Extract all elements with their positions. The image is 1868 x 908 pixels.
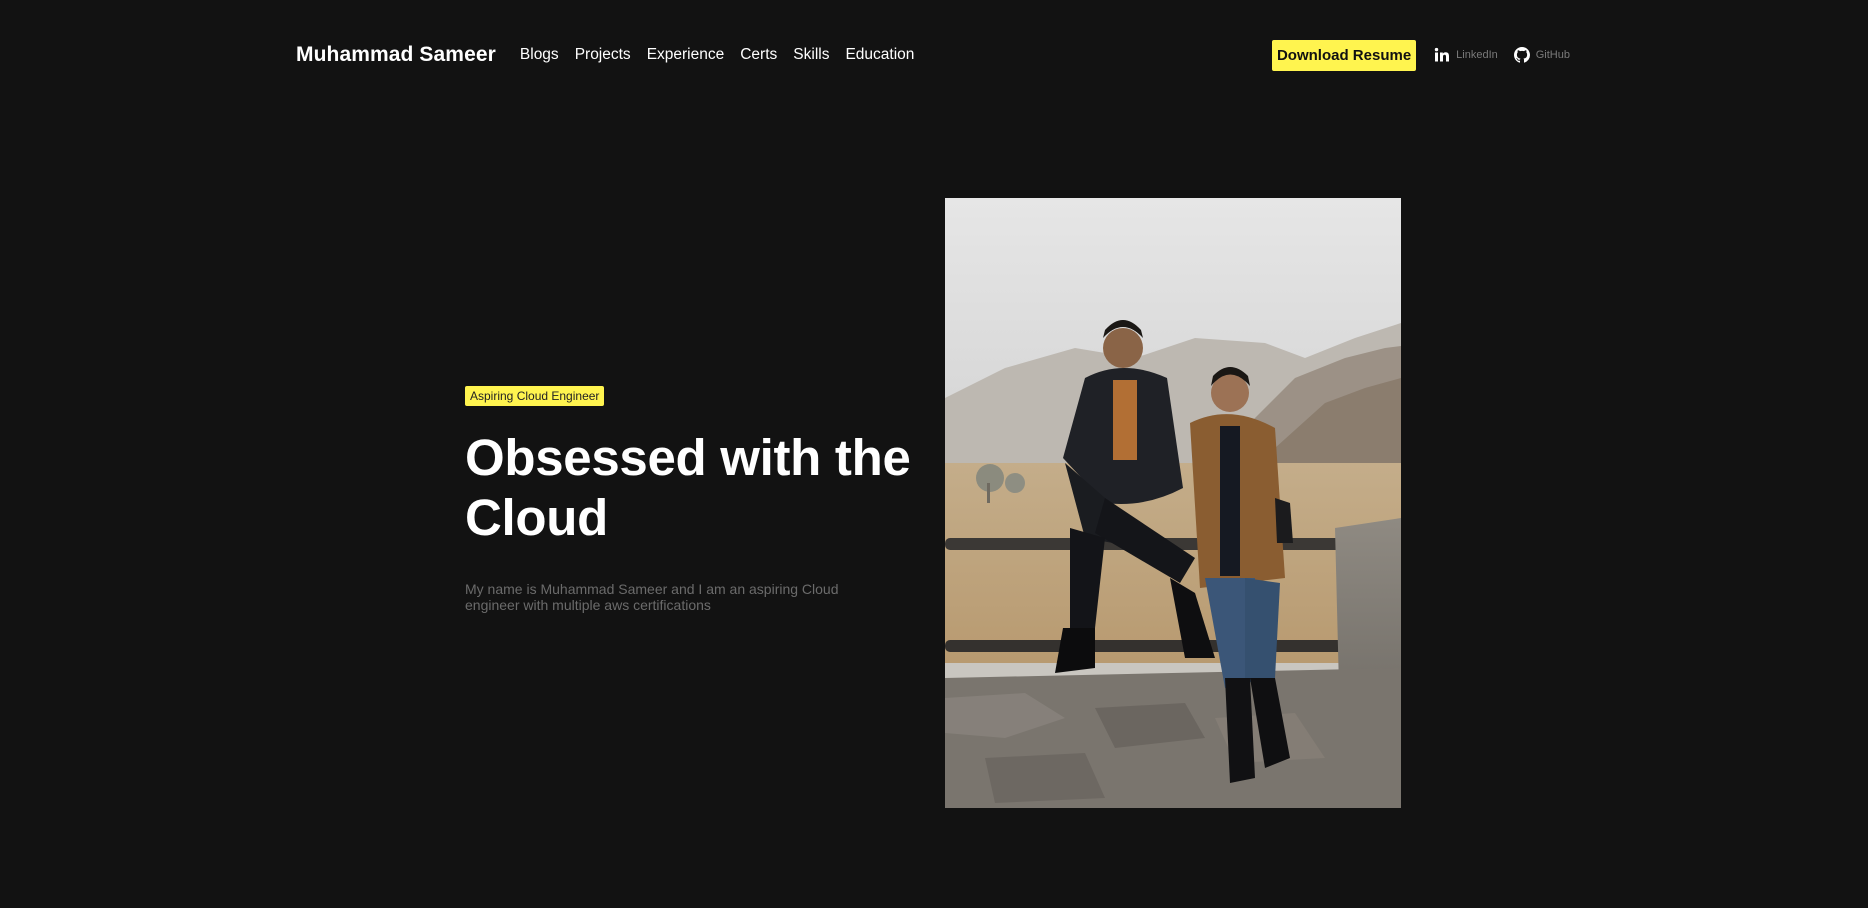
brand-name[interactable]: Muhammad Sameer	[296, 43, 496, 67]
role-badge: Aspiring Cloud Engineer	[465, 386, 605, 406]
nav-link-projects[interactable]: Projects	[575, 46, 631, 64]
linkedin-label: LinkedIn	[1456, 49, 1498, 61]
nav-link-skills[interactable]: Skills	[793, 46, 829, 64]
nav-link-certs[interactable]: Certs	[740, 46, 777, 64]
hero-section: Aspiring Cloud Engineer Obsessed with th…	[465, 386, 935, 613]
nav-link-education[interactable]: Education	[845, 46, 914, 64]
nav-links: Blogs Projects Experience Certs Skills E…	[520, 46, 915, 64]
nav-link-experience[interactable]: Experience	[647, 46, 725, 64]
github-link[interactable]: GitHub	[1513, 47, 1570, 63]
headline-line-1: Obsessed with the	[465, 429, 911, 486]
page: Muhammad Sameer Blogs Projects Experienc…	[0, 0, 1868, 908]
profile-photo	[945, 198, 1401, 808]
nav-actions: Download Resume LinkedIn GitHub	[1271, 39, 1570, 71]
github-icon	[1513, 47, 1530, 63]
hero-headline: Obsessed with the Cloud	[465, 428, 935, 548]
download-resume-button[interactable]: Download Resume	[1271, 39, 1417, 71]
linkedin-link[interactable]: LinkedIn	[1434, 47, 1498, 63]
linkedin-icon	[1434, 47, 1450, 63]
nav-link-blogs[interactable]: Blogs	[520, 46, 559, 64]
top-nav: Muhammad Sameer Blogs Projects Experienc…	[296, 38, 1570, 72]
hero-intro: My name is Muhammad Sameer and I am an a…	[465, 581, 839, 613]
github-label: GitHub	[1535, 49, 1570, 61]
headline-line-2: Cloud	[465, 489, 608, 546]
